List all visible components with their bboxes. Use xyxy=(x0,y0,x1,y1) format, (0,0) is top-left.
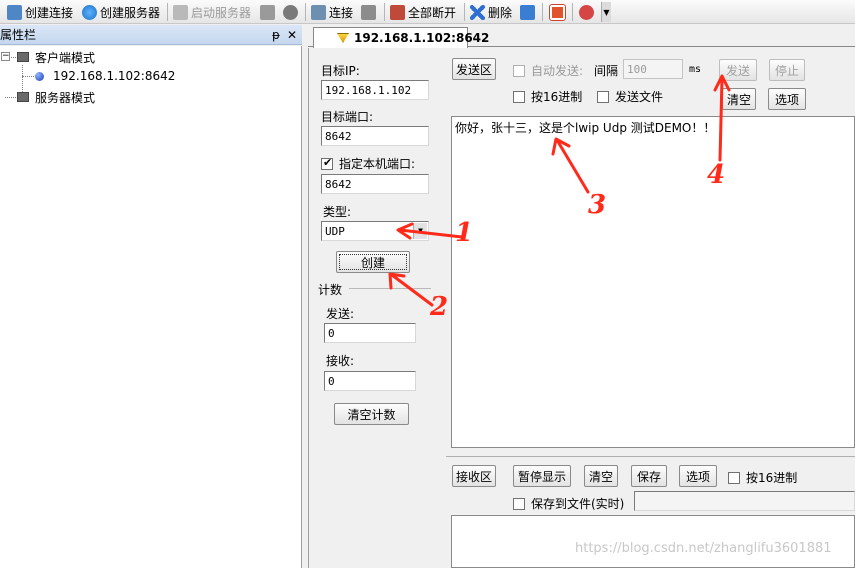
arrow-2 xyxy=(390,273,434,307)
arrow-3 xyxy=(555,138,590,194)
watermark: https://blog.csdn.net/zhanglifu3601881 xyxy=(575,541,832,556)
annotation-number-3: 3 xyxy=(588,190,607,220)
annotation-number-2: 2 xyxy=(430,292,449,322)
annotation-arrows xyxy=(388,74,731,307)
annotation-number-1: 1 xyxy=(455,218,474,248)
arrow-4 xyxy=(718,76,724,162)
annotation-number-4: 4 xyxy=(707,160,726,190)
